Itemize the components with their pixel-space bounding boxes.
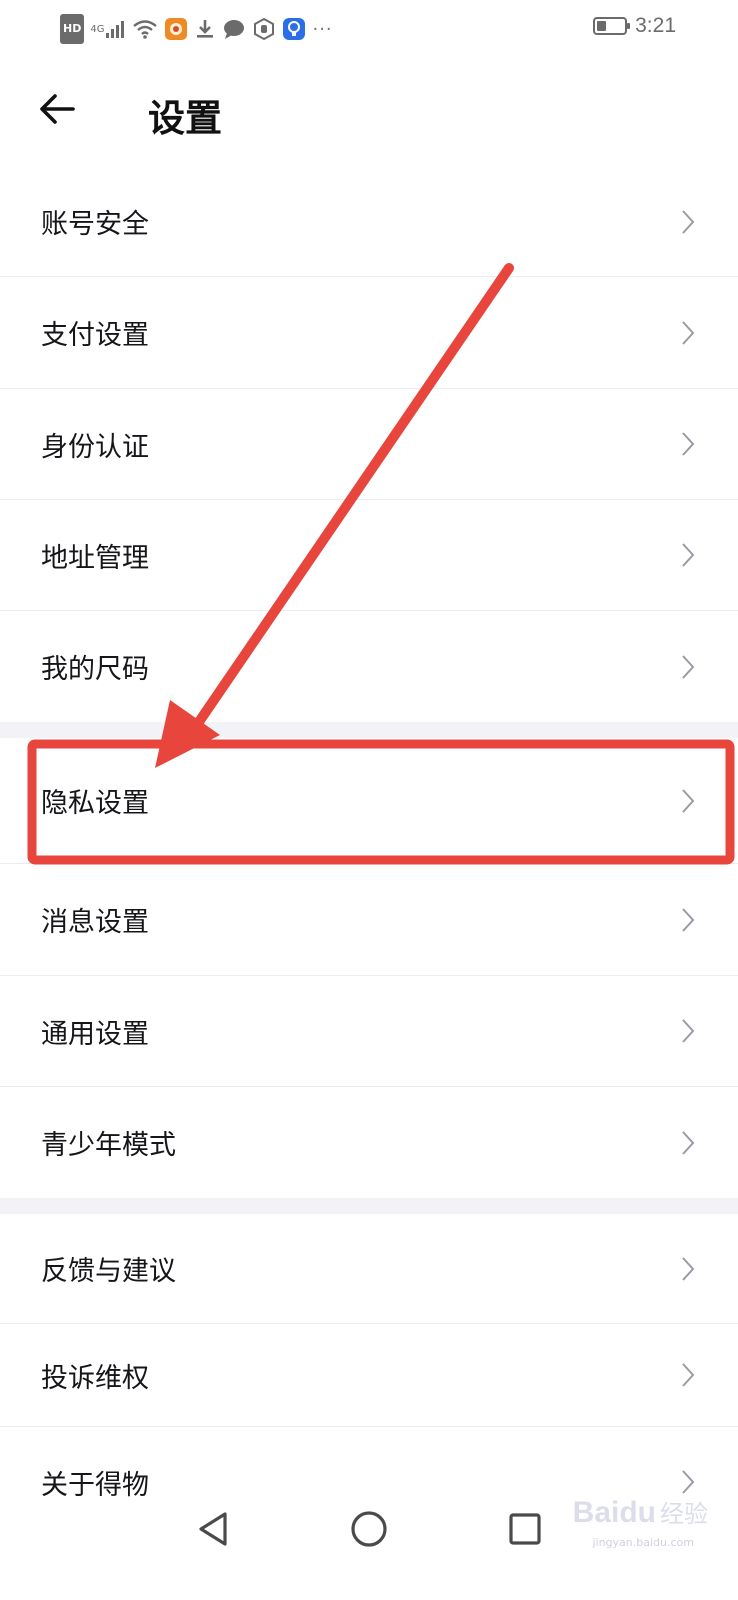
- settings-item-my-size[interactable]: 我的尺码: [0, 611, 738, 722]
- section-divider: [0, 1198, 738, 1214]
- triangle-back-icon: [199, 1512, 227, 1546]
- settings-item-account-security[interactable]: 账号安全: [0, 167, 738, 277]
- chevron-right-icon: [682, 1130, 695, 1155]
- nav-back-button[interactable]: [190, 1506, 236, 1552]
- chevron-right-icon: [682, 1256, 695, 1281]
- arrow-left-icon: [40, 94, 75, 124]
- settings-item-general[interactable]: 通用设置: [0, 976, 738, 1087]
- wifi-icon: [132, 16, 158, 42]
- status-time: 3:21: [635, 14, 676, 37]
- settings-item-label: 账号安全: [41, 209, 149, 240]
- network-type: 4G: [90, 23, 105, 35]
- battery-icon: [593, 17, 631, 35]
- status-right: 3:21: [593, 14, 676, 38]
- settings-item-complaints[interactable]: 投诉维权: [0, 1324, 738, 1427]
- chevron-right-icon: [682, 209, 695, 234]
- chevron-right-icon: [682, 1363, 695, 1387]
- settings-item-label: 我的尺码: [41, 654, 149, 685]
- settings-item-teen-mode[interactable]: 青少年模式: [0, 1087, 738, 1198]
- watermark-url: jingyan.baidu.com: [592, 1536, 694, 1549]
- chevron-right-icon: [682, 432, 695, 456]
- settings-item-privacy[interactable]: 隐私设置: [0, 738, 738, 864]
- nav-recents-button[interactable]: [502, 1506, 548, 1552]
- settings-item-payment[interactable]: 支付设置: [0, 277, 738, 389]
- settings-item-label: 投诉维权: [41, 1362, 149, 1394]
- watermark-brand: Baidu: [572, 1496, 656, 1529]
- settings-item-messages[interactable]: 消息设置: [0, 864, 738, 976]
- status-bar: HD 4G ··· 3:21: [0, 0, 738, 56]
- section-divider: [0, 722, 738, 738]
- chevron-right-icon: [682, 788, 695, 813]
- more-notifications-icon: ···: [312, 18, 333, 40]
- app-notification-icon: [164, 16, 188, 42]
- circle-home-icon: [351, 1511, 387, 1547]
- chevron-right-icon: [682, 654, 695, 679]
- watermark-suffix: 经验: [660, 1500, 708, 1528]
- chevron-right-icon: [682, 320, 695, 345]
- chevron-right-icon: [682, 907, 695, 932]
- settings-item-label: 地址管理: [41, 542, 149, 574]
- settings-item-label: 支付设置: [41, 320, 149, 351]
- app-header: 设置: [0, 66, 738, 162]
- square-recents-icon: [509, 1513, 541, 1545]
- chevron-right-icon: [682, 543, 695, 567]
- hd-badge: HD: [60, 14, 85, 44]
- settings-list: 账号安全 支付设置 身份认证 地址管理 我的尺码 隐私设置 消息设置 通用设置 …: [0, 167, 738, 1537]
- settings-item-label: 消息设置: [41, 907, 149, 938]
- battery-level-fill: [597, 21, 607, 31]
- baidu-watermark: Baidu 经验: [573, 1494, 708, 1530]
- hand-shield-icon: [252, 16, 276, 42]
- status-left: HD 4G ···: [60, 14, 333, 44]
- settings-item-label: 隐私设置: [41, 788, 149, 819]
- chevron-right-icon: [682, 1019, 695, 1043]
- settings-item-label: 反馈与建议: [41, 1256, 176, 1287]
- cellular-signal-icon: 4G: [90, 16, 126, 42]
- back-button[interactable]: [34, 86, 80, 132]
- nav-home-button[interactable]: [346, 1506, 392, 1552]
- settings-item-label: 身份认证: [41, 431, 149, 463]
- download-icon: [194, 16, 216, 42]
- settings-item-address[interactable]: 地址管理: [0, 500, 738, 611]
- settings-item-identity-verification[interactable]: 身份认证: [0, 389, 738, 500]
- page-title: 设置: [148, 97, 222, 140]
- settings-item-label: 通用设置: [41, 1018, 149, 1050]
- settings-item-feedback[interactable]: 反馈与建议: [0, 1214, 738, 1324]
- settings-item-label: 青少年模式: [41, 1130, 176, 1161]
- chat-bubble-icon: [222, 16, 246, 42]
- bulb-app-icon: [282, 16, 306, 42]
